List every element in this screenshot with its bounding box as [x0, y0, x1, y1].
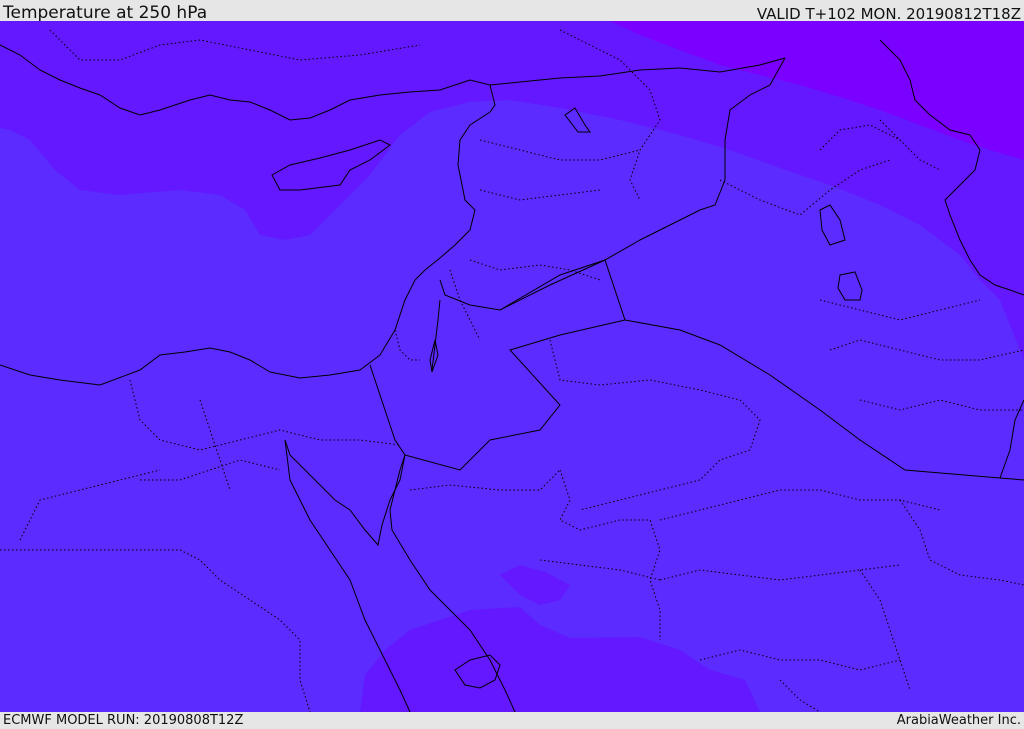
map-canvas	[0, 21, 1024, 712]
model-run-label: ECMWF MODEL RUN: 20190808T12Z	[3, 713, 244, 728]
credit-label: ArabiaWeather Inc.	[896, 713, 1021, 728]
weather-map[interactable]	[0, 21, 1024, 712]
footer-bar: ECMWF MODEL RUN: 20190808T12Z ArabiaWeat…	[0, 712, 1024, 729]
header-bar: Temperature at 250 hPa VALID T+102 MON. …	[0, 0, 1024, 23]
map-title: Temperature at 250 hPa	[3, 3, 208, 23]
